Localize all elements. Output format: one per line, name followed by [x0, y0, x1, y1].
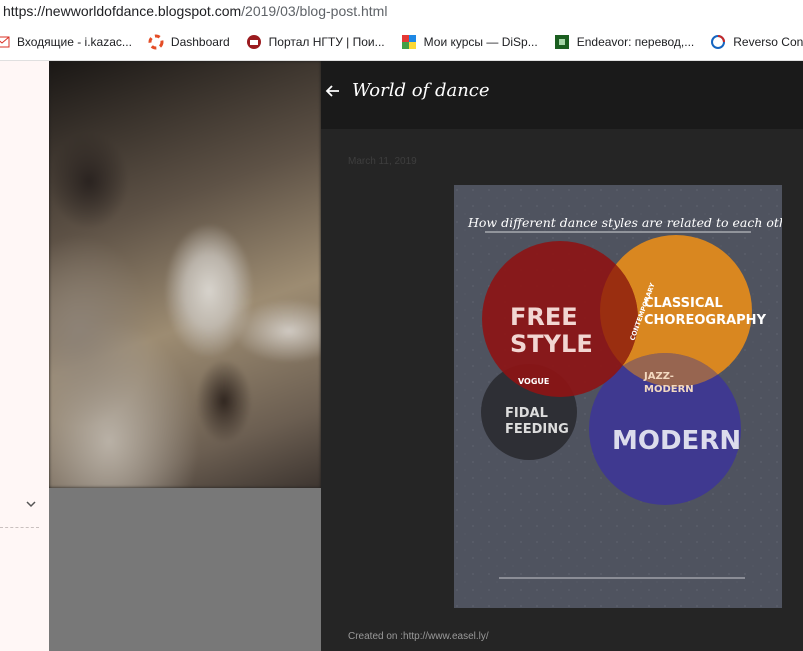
left-pane [0, 61, 49, 651]
bookmark-reverso[interactable]: Reverso Context [710, 34, 803, 50]
gray-panel [49, 488, 321, 651]
url-host: https://newworldofdance.blogspot.com [3, 3, 242, 19]
address-bar[interactable]: https://newworldofdance.blogspot.com/201… [0, 0, 803, 23]
bookmarks-bar: Входящие - i.kazac... Dashboard Портал Н… [0, 23, 803, 61]
back-arrow-icon[interactable] [325, 83, 341, 101]
free-style-label: STYLE [510, 330, 593, 358]
mail-icon [0, 34, 10, 50]
bookmark-label: Dashboard [170, 34, 230, 49]
dance-styles-infographic: How different dance styles are related t… [454, 185, 782, 608]
classical-label: CHOREOGRAPHY [644, 313, 767, 328]
free-style-label: FREE [510, 303, 578, 331]
bookmark-portal[interactable]: Портал НГТУ | Пои... [246, 34, 385, 50]
bookmark-dashboard[interactable]: Dashboard [148, 34, 230, 50]
bookmark-label: Reverso Context [733, 34, 803, 49]
classical-label: CLASSICAL [644, 296, 723, 311]
bookmark-endeavor[interactable]: Endeavor: перевод,... [554, 34, 695, 50]
chevron-down-icon[interactable] [24, 497, 38, 511]
bookmark-label: Endeavor: перевод,... [576, 34, 695, 49]
infographic-heading: How different dance styles are related t… [467, 215, 782, 230]
bookmark-label: Мои курсы — DiSp... [423, 34, 538, 49]
courses-icon [401, 34, 417, 50]
bookmark-inbox[interactable]: Входящие - i.kazac... [0, 34, 132, 50]
lifebuoy-icon [148, 34, 164, 50]
reverso-icon [710, 34, 726, 50]
endeavor-icon [554, 34, 570, 50]
vogue-label: VOGUE [518, 377, 549, 386]
header-dancers-photo [49, 61, 321, 488]
bookmark-courses[interactable]: Мои курсы — DiSp... [401, 34, 538, 50]
jazz-modern-label: JAZZ- [643, 371, 674, 382]
university-icon [246, 34, 262, 50]
jazz-modern-label: MODERN [644, 384, 694, 395]
modern-label: MODERN [612, 426, 741, 456]
post-date: March 11, 2019 [348, 156, 417, 167]
fidal-feeding-label: FIDAL [505, 406, 548, 421]
bookmark-label: Портал НГТУ | Пои... [268, 34, 385, 49]
url-path: /2019/03/blog-post.html [241, 3, 388, 19]
divider [0, 527, 39, 528]
bookmark-label: Входящие - i.kazac... [17, 34, 132, 49]
blog-page: World of dance March 11, 2019 How differ… [49, 61, 803, 651]
image-credit: Created on :http://www.easel.ly/ [348, 631, 489, 642]
blog-title[interactable]: World of dance [352, 80, 490, 101]
fidal-feeding-label: FEEDING [505, 422, 569, 437]
